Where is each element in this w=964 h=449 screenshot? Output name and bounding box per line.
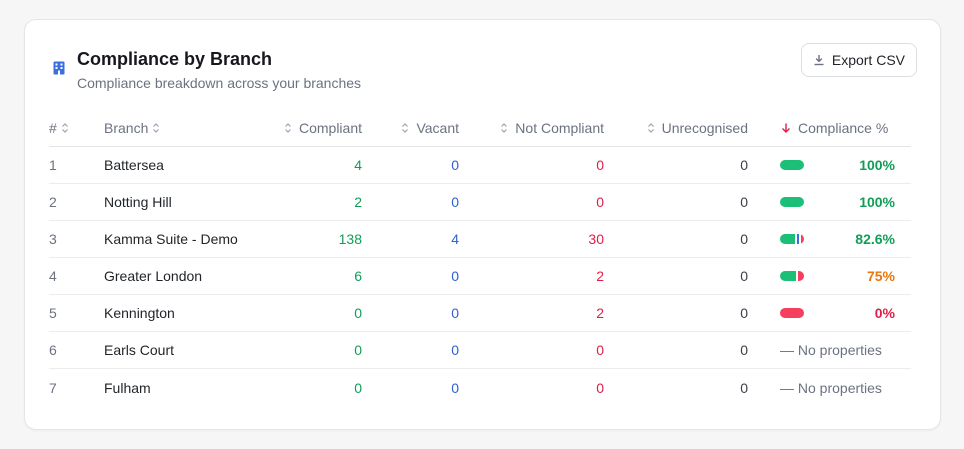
column-header-num[interactable]: # (49, 109, 89, 146)
table-row[interactable]: 6 Earls Court 0 0 0 0 — No properties (49, 332, 911, 369)
vacant-count: 0 (451, 268, 459, 284)
compliant-count: 4 (354, 157, 362, 173)
column-header-branch-label: Branch (104, 119, 149, 136)
sort-icon (285, 122, 291, 133)
column-header-unrecognised-label: Unrecognised (661, 119, 748, 136)
unrecognised-count: 0 (740, 268, 748, 284)
branch-name: Greater London (104, 268, 203, 284)
sort-icon (61, 122, 68, 133)
column-header-vacant-label: Vacant (416, 119, 459, 136)
bar-segment-not-compliant (780, 308, 804, 318)
branch-name: Earls Court (104, 342, 175, 358)
row-number: 5 (49, 305, 57, 321)
column-header-not-compliant-label: Not Compliant (515, 119, 604, 136)
table-row[interactable]: 4 Greater London 6 0 2 0 75% (49, 258, 911, 295)
compliance-percentage: 100% (859, 194, 895, 210)
branch-name: Fulham (104, 379, 151, 396)
column-header-not-compliant[interactable]: Not Compliant (479, 109, 604, 146)
row-number: 4 (49, 268, 57, 284)
vacant-count: 0 (451, 379, 459, 396)
column-header-compliance-pct[interactable]: Compliance % (780, 109, 905, 146)
sort-icon (402, 122, 409, 133)
vacant-count: 4 (451, 231, 459, 247)
unrecognised-count: 0 (740, 342, 748, 358)
vacant-count: 0 (451, 305, 459, 321)
compliant-count: 6 (354, 268, 362, 284)
compliance-percentage: 82.6% (855, 231, 895, 247)
column-header-compliant[interactable]: Compliant (279, 109, 362, 146)
no-properties-label: — No properties (780, 379, 882, 396)
not-compliant-count: 0 (596, 379, 604, 396)
column-header-num-label: # (49, 119, 57, 136)
branch-name: Battersea (104, 157, 164, 173)
not-compliant-count: 0 (596, 194, 604, 210)
compliance-percentage: 0% (874, 305, 895, 321)
bar-segment-not-compliant (801, 234, 804, 244)
branch-name: Kennington (104, 305, 175, 321)
compliance-bar (780, 234, 804, 244)
download-icon (814, 55, 824, 66)
row-number: 6 (49, 342, 57, 358)
compliant-count: 0 (354, 379, 362, 396)
not-compliant-count: 0 (596, 342, 604, 358)
vacant-count: 0 (451, 157, 459, 173)
not-compliant-count: 0 (596, 157, 604, 173)
arrow-down-icon (782, 123, 790, 133)
compliance-bar (780, 197, 804, 207)
unrecognised-count: 0 (740, 157, 748, 173)
bar-segment-compliant (780, 271, 797, 281)
table-header-row: # Branch Compliant Vacant Not Compliant (49, 109, 911, 147)
branch-name: Notting Hill (104, 194, 172, 210)
bar-segment-compliant (780, 160, 804, 170)
compliant-count: 0 (354, 342, 362, 358)
export-csv-button[interactable]: Export CSV (800, 43, 917, 77)
sort-icon (501, 122, 508, 133)
table-row[interactable]: 1 Battersea 4 0 0 0 100% (49, 147, 911, 184)
column-header-vacant[interactable]: Vacant (379, 109, 459, 146)
card-title: Compliance by Branch (77, 49, 273, 69)
vacant-count: 0 (451, 342, 459, 358)
row-number: 3 (49, 231, 57, 247)
unrecognised-count: 0 (740, 379, 748, 396)
compliant-count: 138 (338, 231, 362, 247)
table-row[interactable]: 3 Kamma Suite - Demo 138 4 30 0 82.6% (49, 221, 911, 258)
compliance-bar (780, 308, 804, 318)
building-icon (53, 61, 65, 75)
row-number: 1 (49, 157, 57, 173)
compliance-bar (780, 271, 804, 281)
not-compliant-count: 2 (596, 268, 604, 284)
compliance-table: # Branch Compliant Vacant Not Compliant (49, 109, 911, 406)
not-compliant-count: 30 (588, 231, 604, 247)
table-row[interactable]: 7 Fulham 0 0 0 0 — No properties (49, 369, 911, 406)
compliance-percentage: 75% (866, 268, 895, 284)
column-header-compliance-pct-label: Compliance % (798, 119, 889, 136)
column-header-branch[interactable]: Branch (104, 109, 284, 146)
compliant-count: 2 (354, 194, 362, 210)
column-header-unrecognised[interactable]: Unrecognised (619, 109, 748, 146)
bar-segment-compliant (780, 234, 796, 244)
row-number: 7 (49, 379, 57, 396)
bar-segment-not-compliant (798, 271, 804, 281)
bar-segment-compliant (780, 197, 804, 207)
unrecognised-count: 0 (740, 194, 748, 210)
compliance-percentage: 100% (859, 157, 895, 173)
unrecognised-count: 0 (740, 305, 748, 321)
branch-name: Kamma Suite - Demo (104, 231, 238, 247)
unrecognised-count: 0 (740, 231, 748, 247)
row-number: 2 (49, 194, 57, 210)
not-compliant-count: 2 (596, 305, 604, 321)
sort-icon (647, 122, 654, 133)
no-properties-label: — No properties (780, 342, 882, 358)
table-row[interactable]: 2 Notting Hill 2 0 0 0 100% (49, 184, 911, 221)
vacant-count: 0 (451, 194, 459, 210)
column-header-compliant-label: Compliant (298, 119, 362, 136)
table-row[interactable]: 5 Kennington 0 0 2 0 0% (49, 295, 911, 332)
compliance-bar (780, 160, 804, 170)
compliant-count: 0 (354, 305, 362, 321)
sort-icon (153, 122, 160, 133)
export-csv-label: Export CSV (831, 52, 905, 68)
card-subtitle: Compliance breakdown across your branche… (77, 75, 362, 91)
compliance-card: Compliance by Branch Compliance breakdow… (24, 19, 941, 430)
